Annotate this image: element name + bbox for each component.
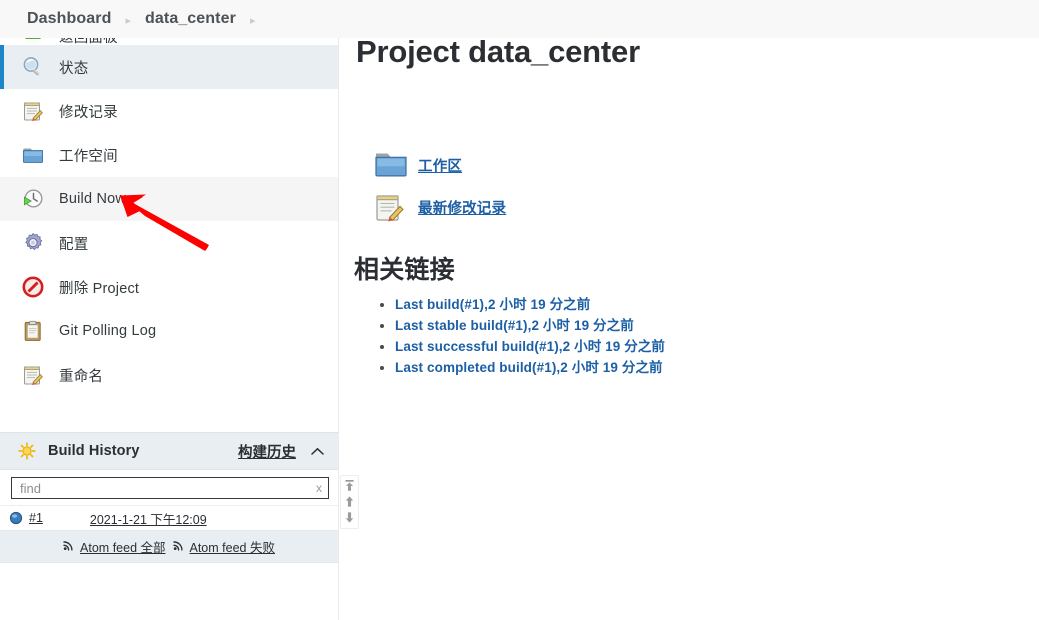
changes-icon (374, 191, 408, 223)
build-row[interactable]: #1 2021-1-21 下午12:09 (0, 506, 338, 531)
sidebar-item-label: 修改记录 (59, 104, 118, 121)
clear-search-icon[interactable]: x (316, 481, 322, 495)
build-history-header: Build History 构建历史 (0, 432, 338, 470)
breadcrumb-dashboard[interactable]: Dashboard (27, 10, 111, 28)
related-links-section: 相关链接 Last build(#1),2 小时 19 分之前 Last sta… (354, 250, 665, 378)
atom-feed-all-label[interactable]: Atom feed 全部 (80, 537, 165, 556)
sidebar-item-status[interactable]: 状态 (0, 45, 338, 89)
search-input[interactable] (12, 478, 328, 498)
related-link[interactable]: Last build(#1),2 小时 19 分之前 (395, 297, 590, 312)
clipboard-icon (20, 318, 46, 344)
sidebar-item-label: 状态 (59, 60, 89, 77)
list-item[interactable]: Last completed build(#1),2 小时 19 分之前 (395, 357, 665, 378)
breadcrumb-separator-1: ▸ (125, 14, 132, 27)
blue-ball-icon (9, 511, 23, 525)
build-history-body: x #1 2021-1-21 下午12:09 (0, 470, 338, 592)
sidebar-item-workspace[interactable]: 工作空间 (0, 133, 338, 177)
build-list: #1 2021-1-21 下午12:09 (0, 505, 338, 531)
breadcrumb-data-center[interactable]: data_center (145, 10, 236, 28)
related-link[interactable]: Last stable build(#1),2 小时 19 分之前 (395, 318, 634, 333)
build-history-footer (0, 562, 338, 592)
sidebar-item-label: 工作空间 (59, 148, 118, 165)
sidebar: 返回面板 状态 (0, 28, 339, 620)
list-item[interactable]: Last build(#1),2 小时 19 分之前 (395, 294, 665, 315)
sidebar-item-label: 配置 (59, 236, 89, 253)
build-timestamp-link[interactable]: 2021-1-21 下午12:09 (90, 509, 207, 528)
sidebar-item-git-polling-log[interactable]: Git Polling Log (0, 309, 338, 353)
rss-icon (172, 538, 185, 556)
related-links-heading: 相关链接 (354, 256, 455, 284)
atom-feed-failed-label[interactable]: Atom feed 失败 (190, 537, 275, 556)
build-search-wrap: x (0, 470, 338, 505)
breadcrumb-separator-2: ▸ (249, 14, 256, 27)
main-content: Project data_center 工作区 最新修改记录 相关链接 • La… (340, 0, 1039, 620)
delete-icon (20, 274, 46, 300)
task-list: 返回面板 状态 (0, 28, 338, 397)
gear-icon (20, 230, 46, 256)
clock-play-icon (20, 186, 46, 212)
related-link[interactable]: Last successful build(#1),2 小时 19 分之前 (395, 339, 665, 354)
atom-feed-failed[interactable]: Atom feed 失败 (172, 537, 275, 556)
build-history-panel: Build History 构建历史 x (0, 432, 338, 592)
rename-icon (20, 362, 46, 388)
rss-icon (63, 538, 75, 556)
magnifier-icon (20, 54, 46, 80)
atom-feeds: Atom feed 全部 Atom feed 失败 (0, 531, 338, 562)
sidebar-item-build-now[interactable]: Build Now (0, 177, 338, 221)
build-number-link[interactable]: #1 (29, 511, 43, 525)
scroll-up-button[interactable] (343, 495, 356, 508)
page-title: Project data_center (356, 33, 640, 69)
build-history-link[interactable]: 构建历史 (238, 441, 296, 462)
sidebar-item-rename[interactable]: 重命名 (0, 353, 338, 397)
folder-icon (374, 149, 408, 181)
project-links: 工作区 最新修改记录 (374, 144, 506, 228)
build-history-title: Build History (48, 443, 140, 459)
project-link-recent-changes[interactable]: 最新修改记录 (374, 186, 506, 228)
build-history-scroll-controls (340, 475, 359, 529)
folder-icon (20, 142, 46, 168)
project-link-workspace[interactable]: 工作区 (374, 144, 506, 186)
sidebar-item-label: Git Polling Log (59, 323, 157, 339)
sidebar-item-changes[interactable]: 修改记录 (0, 89, 338, 133)
atom-feed-all[interactable]: Atom feed 全部 (63, 537, 166, 556)
related-links-list: Last build(#1),2 小时 19 分之前 Last stable b… (354, 294, 665, 378)
list-item[interactable]: Last stable build(#1),2 小时 19 分之前 (395, 315, 665, 336)
scroll-to-top-button[interactable] (343, 479, 356, 492)
project-link-label[interactable]: 最新修改记录 (418, 197, 506, 218)
chevron-up-icon[interactable] (310, 444, 324, 458)
sidebar-item-label: Build Now (59, 191, 127, 207)
scroll-down-button[interactable] (343, 511, 356, 524)
sidebar-item-delete-project[interactable]: 删除 Project (0, 265, 338, 309)
sidebar-item-label: 删除 Project (59, 280, 140, 297)
sun-icon (18, 442, 36, 460)
project-link-label[interactable]: 工作区 (418, 155, 462, 176)
sidebar-item-configure[interactable]: 配置 (0, 221, 338, 265)
build-search-box[interactable]: x (11, 477, 329, 499)
changes-icon (20, 98, 46, 124)
breadcrumb: Dashboard ▸ data_center ▸ (0, 0, 1039, 38)
related-link[interactable]: Last completed build(#1),2 小时 19 分之前 (395, 360, 663, 375)
list-item[interactable]: Last successful build(#1),2 小时 19 分之前 (395, 336, 665, 357)
sidebar-item-label: 重命名 (59, 368, 104, 385)
